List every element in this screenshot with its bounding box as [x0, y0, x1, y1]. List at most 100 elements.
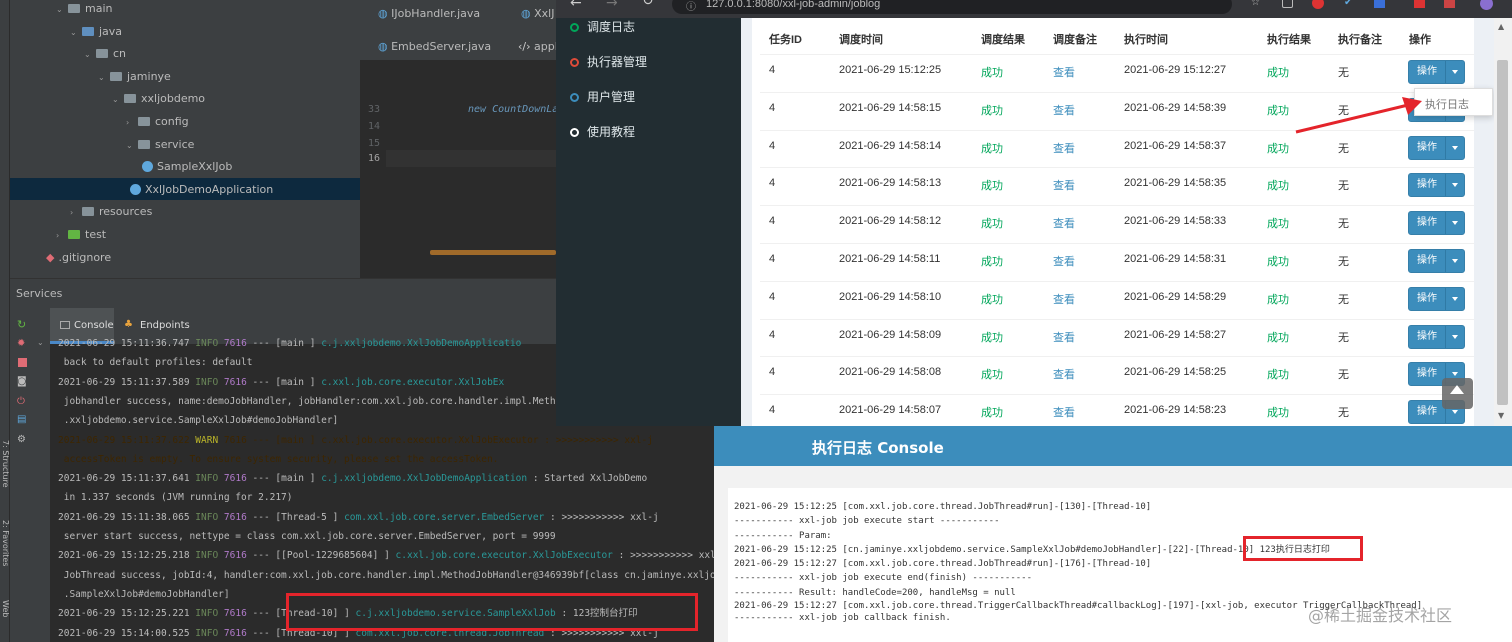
caret-down-icon[interactable] [1445, 174, 1464, 197]
chevron-icon[interactable]: ⌄ [56, 0, 68, 21]
extension-icon[interactable] [1374, 0, 1385, 8]
tree-item[interactable]: ◆ .gitignore [46, 247, 111, 269]
extension-icon[interactable] [1414, 0, 1425, 8]
settings-icon[interactable]: ⚙ [17, 434, 26, 445]
chevron-icon[interactable]: ⌄ [126, 135, 138, 157]
git-file-icon: ◆ [46, 250, 55, 264]
menu-item-execution-log[interactable]: 执行日志 [1425, 96, 1469, 112]
log-line: ----------- Param: [734, 531, 832, 541]
caret-down-icon[interactable] [1445, 136, 1464, 159]
caret-down-icon[interactable] [1445, 250, 1464, 272]
cell-trigger-result: 成功 [981, 369, 1003, 382]
operation-button[interactable]: 操作 [1408, 173, 1465, 198]
log-console-title: 执行日志 Console [812, 439, 944, 457]
chevron-icon[interactable]: › [126, 112, 138, 134]
operation-button[interactable]: 操作 [1408, 249, 1465, 273]
favorites-tool-label[interactable]: 2: Favorites [0, 520, 10, 590]
back-icon[interactable]: ← [570, 0, 582, 11]
tree-item[interactable]: XxlJobDemoApplication [130, 179, 273, 201]
cell-trigger-msg[interactable]: 查看 [1053, 140, 1075, 156]
plug-icon[interactable]: ⏻ [17, 396, 25, 407]
cell-handle-result: 成功 [1267, 331, 1289, 344]
tree-item[interactable]: ⌄ jaminye [98, 66, 171, 88]
scrollbar-thumb[interactable] [1497, 60, 1508, 405]
console-logger: c.j.xxljobdemo.XxlJobDemoApplicatio [321, 338, 522, 349]
address-bar[interactable]: ⓘ 127.0.0.1:8080/xxl-job-admin/joblog [672, 0, 1232, 14]
operation-button[interactable]: 操作 [1408, 324, 1465, 349]
chevron-icon[interactable]: ⌄ [112, 89, 124, 111]
console-line: jobhandler success, name:demoJobHandler,… [58, 395, 568, 407]
adblock-icon[interactable] [1312, 0, 1324, 9]
tree-item[interactable]: ⌄ main [56, 0, 112, 20]
cell-trigger-msg[interactable]: 查看 [1053, 64, 1075, 80]
cell-trigger-msg[interactable]: 查看 [1053, 177, 1075, 193]
tree-item[interactable]: SampleXxlJob [142, 156, 232, 178]
debug-icon[interactable]: ✹ [17, 338, 25, 349]
cell-handle-time: 2021-06-29 15:12:27 [1124, 64, 1227, 76]
caret-down-icon[interactable] [1445, 61, 1464, 83]
chevron-down-icon[interactable]: ⌄ [37, 338, 44, 347]
star-icon[interactable]: ☆ [1251, 0, 1260, 8]
layout-icon[interactable]: ▤ [17, 414, 26, 425]
chevron-icon[interactable]: ⌄ [84, 44, 96, 66]
operation-button[interactable]: 操作 [1408, 211, 1465, 236]
tree-item[interactable]: ⌄ java [70, 21, 122, 43]
tree-item[interactable]: › resources [70, 201, 152, 223]
cell-trigger-msg[interactable]: 查看 [1053, 253, 1075, 269]
scroll-down-icon[interactable]: ▼ [1498, 411, 1504, 420]
editor-tab[interactable]: ◍ XxlJ [521, 0, 554, 28]
caret-down-icon[interactable] [1445, 287, 1464, 310]
sidebar-item-users[interactable]: 用户管理 [570, 87, 635, 107]
tree-item[interactable]: ⌄ cn [84, 43, 126, 65]
tree-item[interactable]: › test [56, 224, 106, 246]
editor-tab[interactable]: ◍ EmbedServer.java [378, 33, 491, 61]
cell-trigger-msg[interactable]: 查看 [1053, 291, 1075, 307]
check-icon[interactable]: ✔ [1344, 0, 1352, 8]
cell-trigger-msg[interactable]: 查看 [1053, 102, 1075, 118]
extension-icon[interactable] [1282, 0, 1293, 8]
operation-button[interactable]: 操作 [1408, 286, 1465, 311]
console-thread: Thread-5 [281, 511, 327, 523]
chevron-icon[interactable]: ⌄ [70, 22, 82, 44]
log-console-header: 执行日志 Console [714, 426, 1512, 466]
log-line: 2021-06-29 15:12:25 [com.xxl.job.core.th… [734, 502, 1152, 512]
editor-tab[interactable]: ◍ IJobHandler.java [378, 0, 480, 28]
structure-tool-label[interactable]: 7: Structure [0, 440, 10, 510]
stop-icon[interactable] [18, 358, 27, 367]
cell-trigger-result: 成功 [981, 142, 1003, 155]
forward-icon[interactable]: → [606, 0, 618, 11]
operation-button-label: 操作 [1417, 217, 1437, 229]
chevron-icon[interactable]: › [56, 225, 68, 247]
operation-button[interactable]: 操作 [1408, 135, 1465, 160]
reload-icon[interactable]: ↻ [642, 0, 654, 9]
sidebar-item-help[interactable]: 使用教程 [570, 122, 635, 142]
cell-trigger-msg[interactable]: 查看 [1053, 215, 1075, 231]
info-icon[interactable]: ⓘ [686, 0, 696, 13]
operation-button[interactable]: 操作 [1408, 60, 1465, 84]
scroll-up-icon[interactable]: ▲ [1498, 22, 1504, 31]
caret-down-icon[interactable] [1445, 212, 1464, 235]
tree-item[interactable]: ⌄ xxljobdemo [112, 88, 205, 110]
editor-horizontal-scrollbar[interactable] [430, 250, 556, 255]
console-msg: : >>>>>>>>>>> xxl-j [550, 511, 659, 523]
back-to-top-button[interactable] [1442, 378, 1473, 409]
camera-icon[interactable]: ◙ [17, 376, 27, 387]
avatar[interactable] [1480, 0, 1493, 10]
sidebar-item-executor[interactable]: 执行器管理 [570, 52, 647, 72]
sidebar-item-joblog[interactable]: 调度日志 [570, 17, 635, 37]
tree-item[interactable]: ⌄ service [126, 134, 194, 156]
cell-trigger-msg[interactable]: 查看 [1053, 366, 1075, 382]
chevron-icon[interactable]: ⌄ [98, 67, 110, 89]
tree-item-label: resources [99, 205, 153, 219]
caret-down-icon[interactable] [1445, 325, 1464, 348]
cell-trigger-result: 成功 [981, 331, 1003, 344]
rerun-icon[interactable]: ↻ [17, 318, 26, 331]
web-tool-label[interactable]: Web [0, 600, 10, 640]
cell-trigger-msg[interactable]: 查看 [1053, 404, 1075, 420]
mail-icon[interactable] [1444, 0, 1455, 8]
tree-item[interactable]: › config [126, 111, 189, 133]
editor-tab[interactable]: ‹/› appli [518, 33, 561, 61]
cell-trigger-msg[interactable]: 查看 [1053, 329, 1075, 345]
chevron-icon[interactable]: › [70, 202, 82, 224]
url-text[interactable]: 127.0.0.1:8080/xxl-job-admin/joblog [706, 0, 880, 10]
